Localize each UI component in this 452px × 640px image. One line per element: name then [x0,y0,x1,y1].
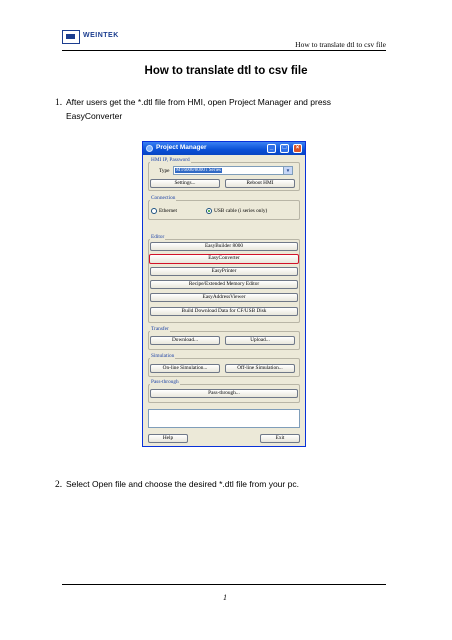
type-label: Type [159,168,170,174]
editor-group-label: Editor [150,234,166,240]
chevron-down-icon[interactable]: ▼ [283,167,292,174]
maximize-button[interactable]: □ [280,144,289,153]
usb-cable-label: USB cable (i series only) [214,208,268,214]
simulation-group-label: Simulation [150,353,176,359]
logo-text: WEINTEK [83,32,119,39]
minimize-button[interactable]: _ [267,144,276,153]
build-download-data-button[interactable]: Build Download Data for CF/USB Disk [150,307,298,316]
window-titlebar: Project Manager _ □ × [143,142,305,155]
step-2-number: 2. [55,480,63,490]
help-button[interactable]: Help [148,434,188,443]
logo-mark [62,30,80,44]
hmi-type-value: MT6000/8000 i Series [175,168,222,173]
step-1-text-continued: EasyConverter [66,111,123,121]
footer-divider [62,584,386,585]
header-divider [62,50,386,51]
window-title: Project Manager [156,144,207,151]
step-2-text: Select Open file and choose the desired … [66,479,299,489]
exit-button[interactable]: Exit [260,434,300,443]
app-icon [146,145,153,152]
hmi-group-label: HMI IP, Password [150,157,191,163]
page-number: 1 [223,593,227,602]
reboot-hmi-button[interactable]: Reboot HMI [225,179,295,188]
close-button[interactable]: × [293,144,302,153]
easyconverter-button[interactable]: EasyConverter [149,254,299,264]
upload-button[interactable]: Upload... [225,336,295,345]
passthrough-group-label: Pass-through [150,379,180,385]
ethernet-radio[interactable] [151,208,157,214]
hmi-type-select[interactable]: MT6000/8000 i Series ▼ [173,166,293,175]
usb-cable-radio[interactable] [206,208,212,214]
easyprinter-button[interactable]: EasyPrinter [150,267,298,276]
step-1-number: 1. [55,98,63,108]
step-1: 1. After users get the *.dtl file from HM… [55,95,375,121]
download-button[interactable]: Download... [150,336,220,345]
document-title: How to translate dtl to csv file [144,65,308,77]
message-area [148,409,300,428]
project-manager-window: Project Manager _ □ × HMI IP, Password T… [142,141,306,447]
ethernet-label: Ethernet [159,208,177,214]
settings-button[interactable]: Settings... [150,179,220,188]
step-2: 2. Select Open file and choose the desire… [55,477,299,492]
transfer-group-label: Transfer [150,326,170,332]
recipe-memory-editor-button[interactable]: Recipe/Extended Memory Editor [150,280,298,289]
easyaddressviewer-button[interactable]: EasyAddressViewer [150,293,298,302]
offline-simulation-button[interactable]: Off-line Simulation... [225,364,295,373]
step-1-text: After users get the *.dtl file from HMI,… [66,97,332,107]
easybuilder-button[interactable]: EasyBuilder 8000 [150,242,298,251]
connection-group-label: Connection [150,195,177,201]
pass-through-button[interactable]: Pass-through... [150,389,298,398]
online-simulation-button[interactable]: On-line Simulation... [150,364,220,373]
weintek-logo: WEINTEK [62,30,144,46]
header-title: How to translate dtl to csv file [295,40,386,49]
